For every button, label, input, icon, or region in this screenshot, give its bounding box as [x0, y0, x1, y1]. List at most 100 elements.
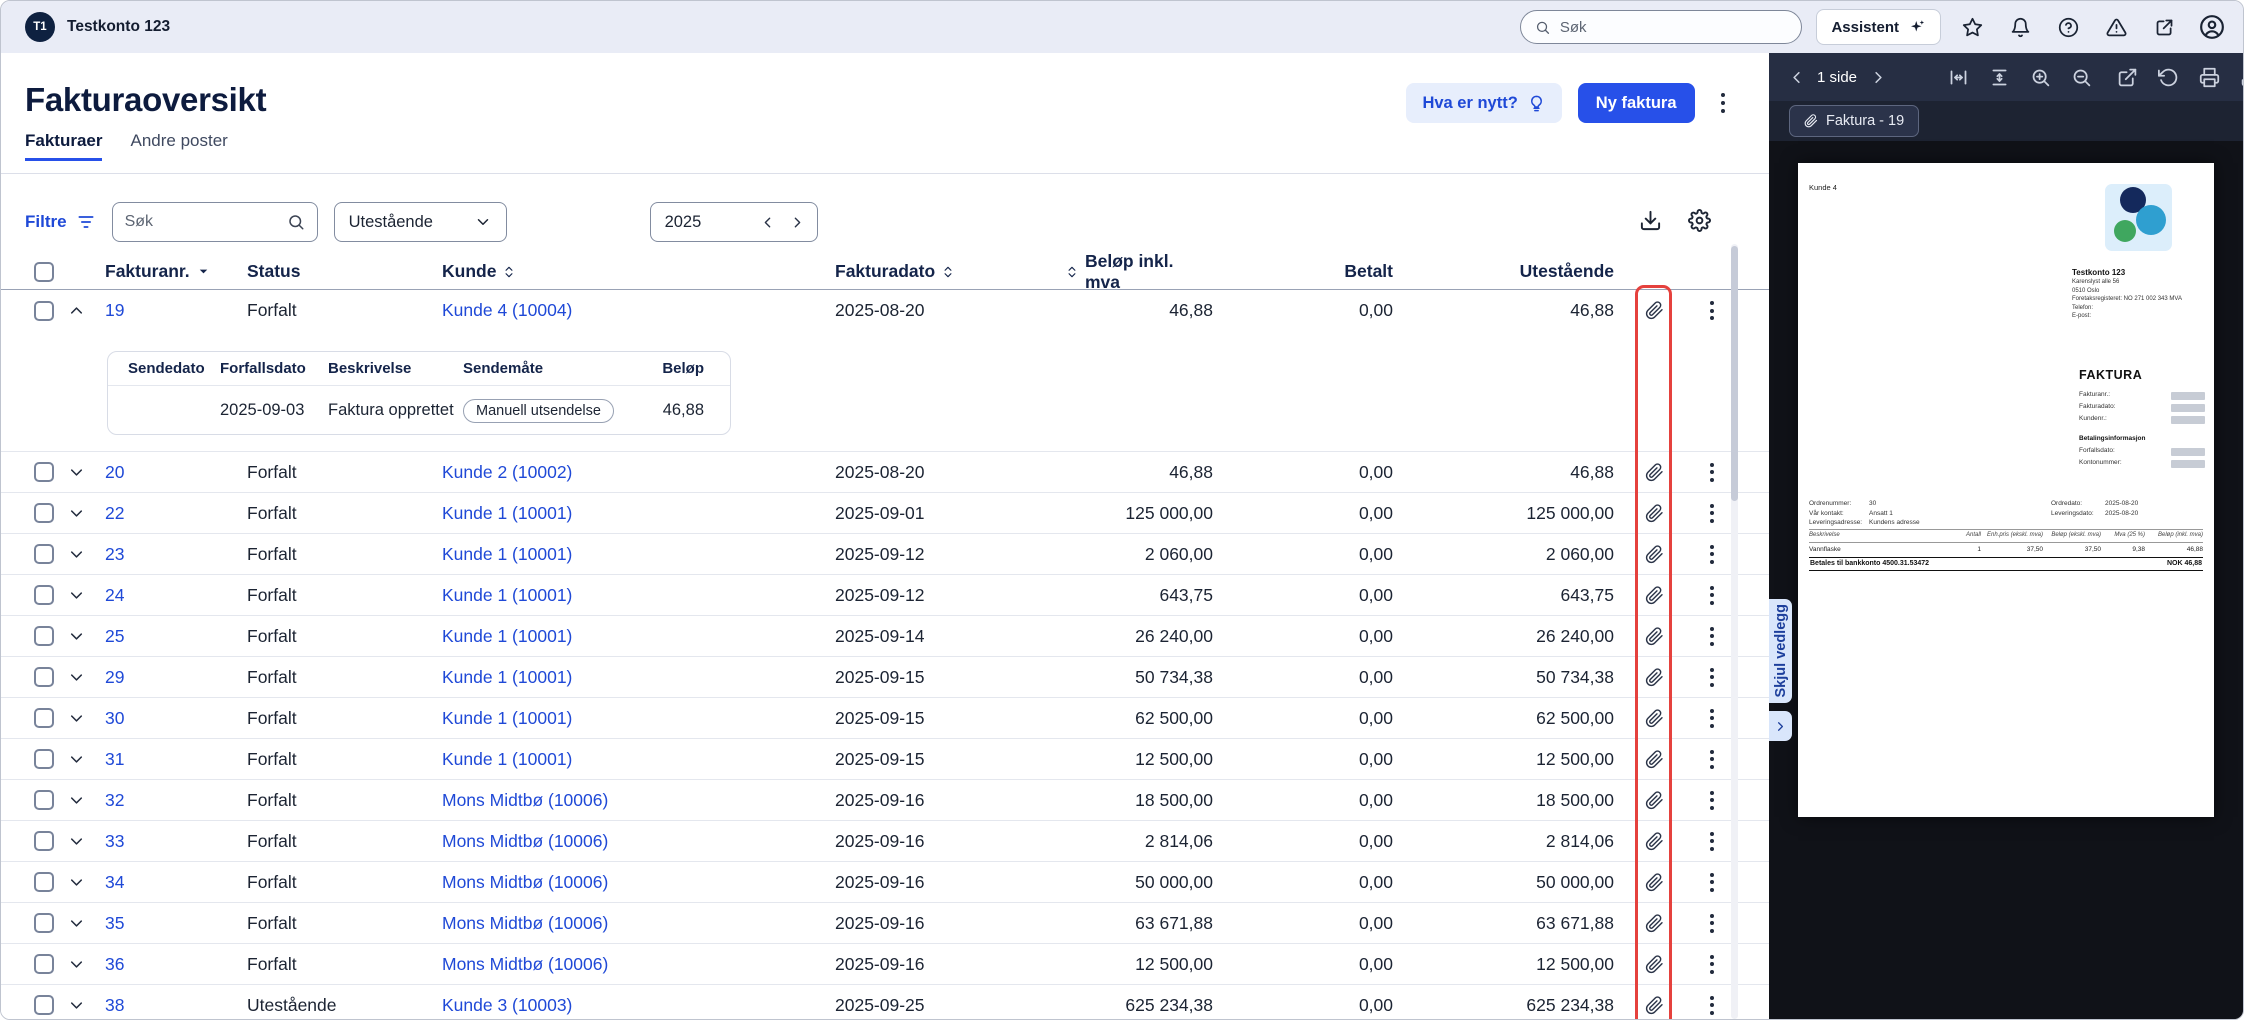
attachment-button[interactable]: [1645, 463, 1664, 482]
row-menu-button[interactable]: [1702, 297, 1722, 324]
header-fakturadato[interactable]: Fakturadato: [835, 261, 1065, 282]
attachment-button[interactable]: [1645, 791, 1664, 810]
expand-row-button[interactable]: [67, 791, 86, 810]
row-checkbox[interactable]: [34, 708, 54, 728]
table-search[interactable]: [111, 202, 318, 242]
row-checkbox[interactable]: [34, 462, 54, 482]
customer-link[interactable]: Kunde 1 (10001): [442, 585, 835, 606]
attachment-button[interactable]: [1645, 914, 1664, 933]
global-search-input[interactable]: [1559, 18, 1788, 36]
expand-row-button[interactable]: [67, 914, 86, 933]
row-checkbox[interactable]: [34, 872, 54, 892]
expand-row-button[interactable]: [67, 955, 86, 974]
tab-fakturaer[interactable]: Fakturaer: [25, 131, 103, 161]
row-checkbox[interactable]: [34, 954, 54, 974]
notifications-button[interactable]: [2003, 10, 2037, 44]
row-menu-button[interactable]: [1702, 664, 1722, 691]
row-menu-button[interactable]: [1702, 828, 1722, 855]
invoice-number-link[interactable]: 33: [105, 831, 247, 852]
row-menu-button[interactable]: [1702, 541, 1722, 568]
customer-link[interactable]: Kunde 1 (10001): [442, 708, 835, 729]
expand-row-button[interactable]: [67, 586, 86, 605]
customer-link[interactable]: Kunde 1 (10001): [442, 626, 835, 647]
expand-row-button[interactable]: [67, 668, 86, 687]
whats-new-button[interactable]: Hva er nytt?: [1406, 83, 1562, 123]
header-fakturanr[interactable]: Fakturanr.: [105, 261, 247, 282]
row-checkbox[interactable]: [34, 300, 54, 321]
select-all-checkbox[interactable]: [34, 261, 54, 282]
row-menu-button[interactable]: [1702, 582, 1722, 609]
table-settings-button[interactable]: [1688, 209, 1711, 235]
print-button[interactable]: [2194, 62, 2224, 92]
account-switcher[interactable]: T1 Testkonto 123: [25, 12, 170, 42]
expand-row-button[interactable]: [67, 873, 86, 892]
status-filter-dropdown[interactable]: Utestående: [333, 202, 507, 242]
row-menu-button[interactable]: [1702, 787, 1722, 814]
customer-link[interactable]: Kunde 2 (10002): [442, 462, 835, 483]
expand-row-button[interactable]: [67, 504, 86, 523]
header-belop-inkl-mva[interactable]: Beløp inkl. mva: [1065, 251, 1213, 293]
fit-width-button[interactable]: [1943, 62, 1973, 92]
row-checkbox[interactable]: [34, 831, 54, 851]
customer-link[interactable]: Mons Midtbø (10006): [442, 954, 835, 975]
row-checkbox[interactable]: [34, 667, 54, 687]
row-checkbox[interactable]: [34, 626, 54, 646]
customer-link[interactable]: Mons Midtbø (10006): [442, 913, 835, 934]
customer-link[interactable]: Kunde 1 (10001): [442, 503, 835, 524]
row-menu-button[interactable]: [1702, 705, 1722, 732]
invoice-number-link[interactable]: 25: [105, 626, 247, 647]
row-menu-button[interactable]: [1702, 951, 1722, 978]
row-menu-button[interactable]: [1702, 910, 1722, 937]
row-checkbox[interactable]: [34, 790, 54, 810]
attachment-button[interactable]: [1645, 586, 1664, 605]
row-menu-button[interactable]: [1702, 500, 1722, 527]
row-menu-button[interactable]: [1702, 992, 1722, 1019]
row-menu-button[interactable]: [1702, 623, 1722, 650]
expand-row-button[interactable]: [67, 627, 86, 646]
open-in-new-button[interactable]: [2112, 62, 2142, 92]
expand-row-button[interactable]: [67, 709, 86, 728]
page-menu-button[interactable]: [1711, 87, 1736, 120]
row-checkbox[interactable]: [34, 995, 54, 1015]
filters-button[interactable]: Filtre: [25, 212, 96, 232]
user-menu-button[interactable]: [2195, 10, 2229, 44]
tab-andre-poster[interactable]: Andre poster: [130, 131, 227, 161]
invoice-number-link[interactable]: 24: [105, 585, 247, 606]
header-kunde[interactable]: Kunde: [442, 261, 835, 282]
attachment-button[interactable]: [1645, 996, 1664, 1015]
collapse-panel-button[interactable]: [1769, 711, 1792, 741]
previous-page-button[interactable]: [1781, 62, 1811, 92]
attachment-button[interactable]: [1645, 750, 1664, 769]
attachment-button[interactable]: [1645, 668, 1664, 687]
customer-link[interactable]: Kunde 1 (10001): [442, 544, 835, 565]
rotate-button[interactable]: [2153, 62, 2183, 92]
table-search-input[interactable]: [124, 213, 279, 231]
customer-link[interactable]: Mons Midtbø (10006): [442, 872, 835, 893]
next-year-button[interactable]: [783, 207, 813, 237]
customer-link[interactable]: Kunde 4 (10004): [442, 300, 835, 321]
help-button[interactable]: [2051, 10, 2085, 44]
favorites-button[interactable]: [1955, 10, 1989, 44]
expand-row-button[interactable]: [67, 750, 86, 769]
table-scrollbar[interactable]: [1731, 244, 1738, 1019]
feedback-button[interactable]: [2147, 10, 2181, 44]
row-checkbox[interactable]: [34, 503, 54, 523]
attachment-button[interactable]: [1645, 627, 1664, 646]
invoice-number-link[interactable]: 29: [105, 667, 247, 688]
invoice-number-link[interactable]: 38: [105, 995, 247, 1016]
invoice-number-link[interactable]: 22: [105, 503, 247, 524]
scrollbar-thumb[interactable]: [1731, 246, 1738, 501]
expand-row-button[interactable]: [67, 832, 86, 851]
row-checkbox[interactable]: [34, 585, 54, 605]
row-menu-button[interactable]: [1702, 746, 1722, 773]
invoice-number-link[interactable]: 19: [105, 300, 247, 321]
customer-link[interactable]: Mons Midtbø (10006): [442, 790, 835, 811]
invoice-number-link[interactable]: 36: [105, 954, 247, 975]
invoice-number-link[interactable]: 32: [105, 790, 247, 811]
row-checkbox[interactable]: [34, 544, 54, 564]
customer-link[interactable]: Kunde 1 (10001): [442, 667, 835, 688]
invoice-number-link[interactable]: 20: [105, 462, 247, 483]
attachment-button[interactable]: [1645, 832, 1664, 851]
download-pdf-button[interactable]: [2235, 62, 2243, 92]
zoom-in-button[interactable]: [2025, 62, 2055, 92]
